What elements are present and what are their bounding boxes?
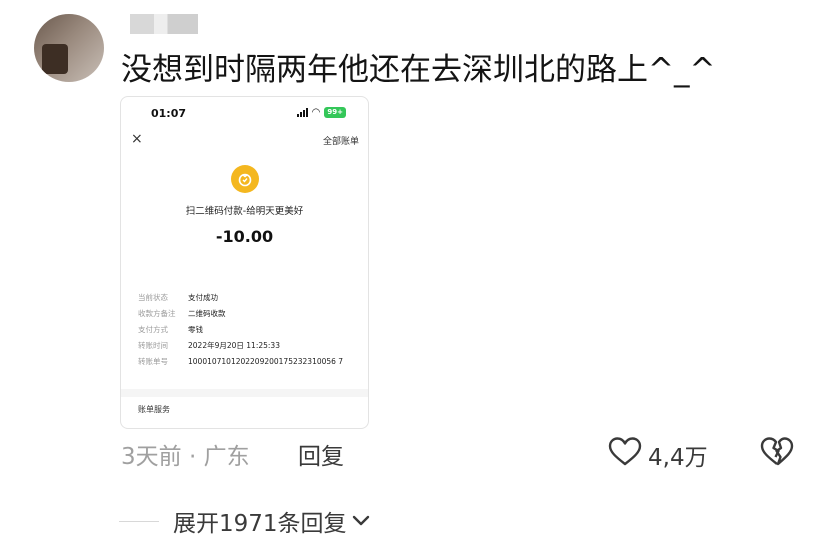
- status-bar-icons: ◠ 99+: [296, 106, 346, 118]
- bill-service-link: 账单服务: [138, 405, 170, 414]
- payment-amount: -10.00: [215, 227, 274, 246]
- payment-title: 扫二维码付款-给明天更美好: [185, 206, 304, 217]
- username-blurred[interactable]: [130, 14, 198, 34]
- detail-value: 零钱: [188, 325, 203, 334]
- detail-key: 转账时间: [138, 341, 168, 350]
- battery-icon: 99+: [324, 107, 346, 118]
- like-count: 4,4万: [648, 445, 708, 471]
- signal-icon: [296, 108, 308, 117]
- detail-row: 转账单号 1000107101202209200175232310056 7: [138, 354, 343, 370]
- detail-row: 转账时间 2022年9月20日 11:25:33: [138, 338, 343, 354]
- all-bills-link: 全部账单: [322, 137, 359, 147]
- detail-value: 2022年9月20日 11:25:33: [188, 341, 280, 350]
- detail-key: 收款方备注: [138, 309, 176, 318]
- user-avatar[interactable]: [34, 14, 104, 82]
- close-icon: ×: [131, 131, 143, 147]
- detail-row: 收款方备注 二维码收款: [138, 306, 343, 322]
- transaction-details: 当前状态 支付成功 收款方备注 二维码收款 支付方式 零钱 转账时间 2022年…: [138, 290, 343, 370]
- status-bar-time: 01:07: [151, 107, 187, 120]
- detail-value: 1000107101202209200175232310056 7: [188, 357, 344, 366]
- section-divider: [121, 389, 368, 397]
- detail-value: 支付成功: [188, 293, 218, 302]
- wifi-icon: ◠: [311, 106, 321, 118]
- detail-key: 支付方式: [138, 325, 168, 334]
- payment-screenshot-image[interactable]: 01:07 ◠ 99+ × 全部账单 扫二维码付款-给明天更美好 -10.00 …: [120, 96, 369, 429]
- detail-key: 转账单号: [138, 357, 168, 366]
- detail-row: 当前状态 支付成功: [138, 290, 343, 306]
- detail-row: 支付方式 零钱: [138, 322, 343, 338]
- comment-time-location: 3天前 · 广东: [121, 444, 250, 470]
- comment-text: 没想到时隔两年他还在去深圳北的路上^_^: [121, 52, 716, 88]
- detail-key: 当前状态: [138, 293, 168, 302]
- broken-heart-icon[interactable]: [760, 436, 794, 468]
- replies-divider-line: [119, 521, 159, 522]
- detail-value: 二维码收款: [188, 309, 226, 318]
- heart-icon[interactable]: [608, 437, 642, 467]
- expand-replies-button[interactable]: 展开1971条回复: [173, 504, 371, 538]
- reply-button[interactable]: 回复: [298, 437, 344, 471]
- expand-replies-label: 展开1971条回复: [173, 511, 347, 537]
- payment-icon: [231, 165, 259, 193]
- chevron-down-icon: [352, 515, 369, 526]
